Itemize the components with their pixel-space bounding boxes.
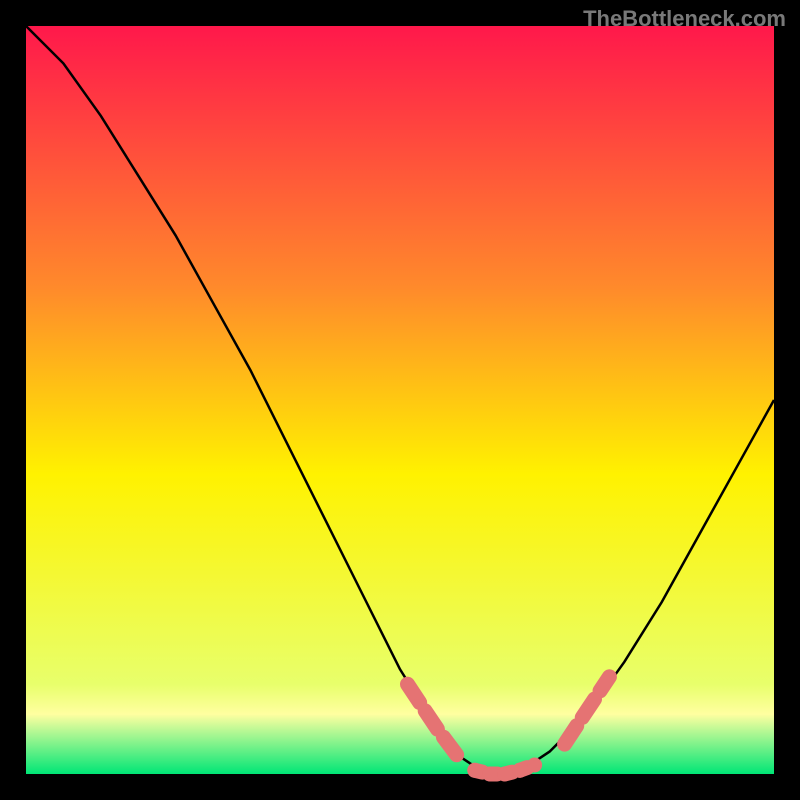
- plot-background: [26, 26, 774, 774]
- chart-svg: [0, 0, 800, 800]
- watermark-text: TheBottleneck.com: [583, 6, 786, 32]
- chart-container: TheBottleneck.com: [0, 0, 800, 800]
